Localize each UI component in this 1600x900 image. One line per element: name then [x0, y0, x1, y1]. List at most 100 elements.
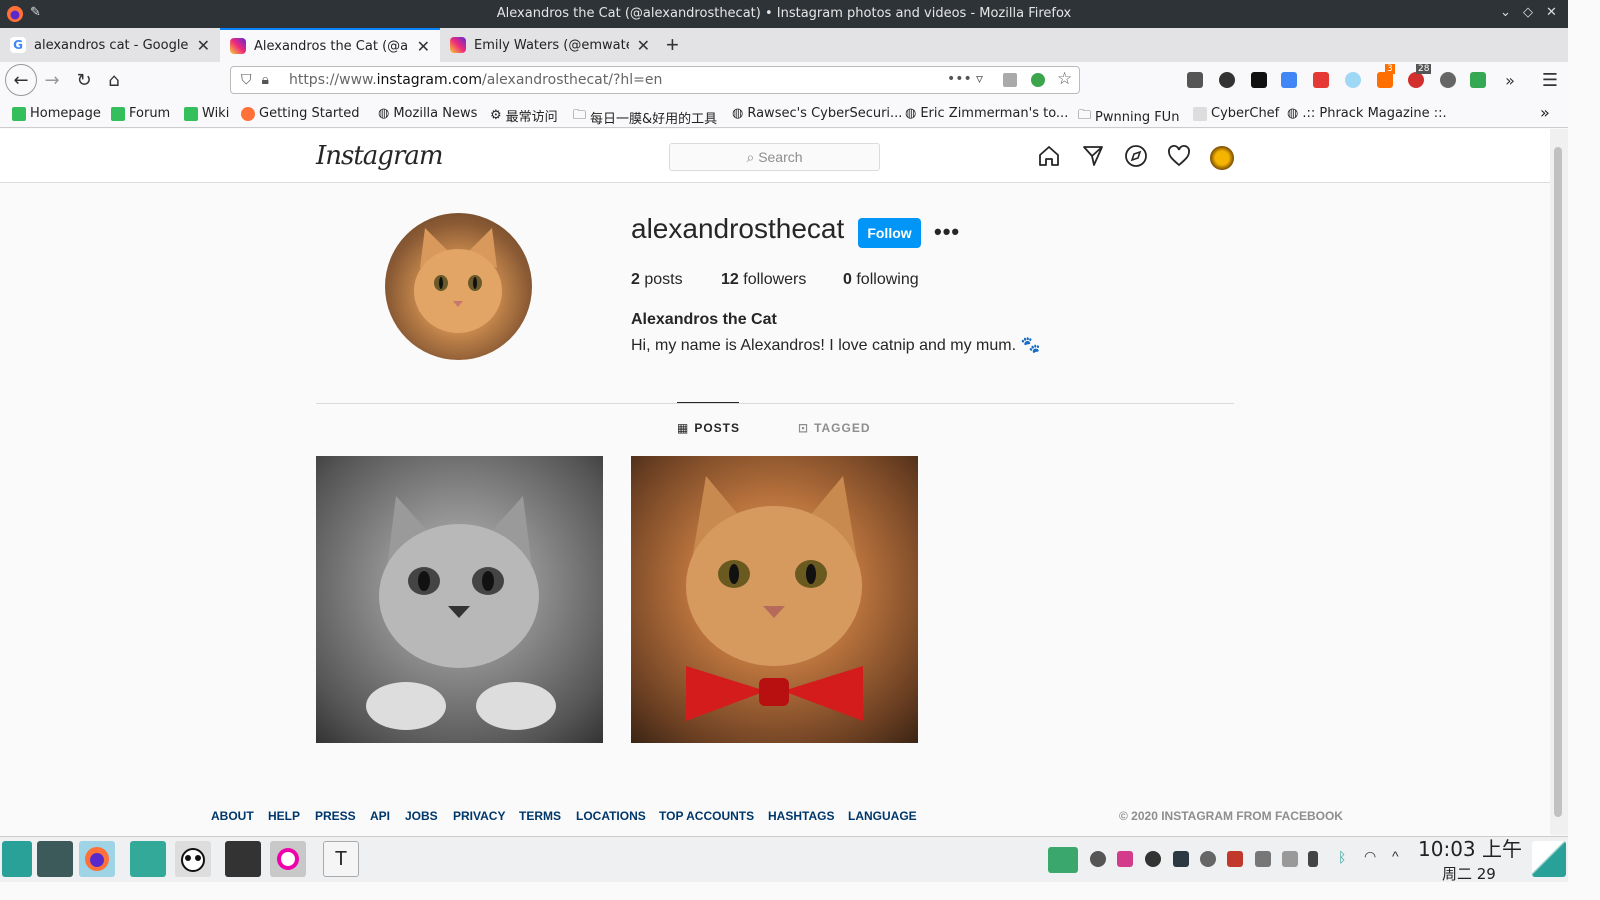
burp-suite-icon[interactable]	[225, 841, 261, 877]
tray-volume-icon[interactable]	[1308, 851, 1318, 867]
bookmark-cyberchef[interactable]: CyberChef	[1193, 106, 1279, 121]
tray-panda-icon[interactable]	[1145, 851, 1161, 867]
bookmark-wiki[interactable]: Wiki	[184, 106, 229, 121]
shield-icon[interactable]: ⛉	[241, 72, 252, 88]
footer-help-link[interactable]: HELP	[268, 809, 300, 823]
extension-globe-icon[interactable]	[1031, 73, 1045, 87]
footer-about-link[interactable]: ABOUT	[211, 809, 254, 823]
bookmark-mozilla-news[interactable]: ◍ Mozilla News	[378, 106, 477, 121]
following-link[interactable]: 0 following	[843, 271, 919, 289]
close-window-icon[interactable]: ✕	[1546, 5, 1557, 20]
extension-badge-icon[interactable]: 3	[1377, 64, 1395, 88]
tray-expand-icon[interactable]: ^	[1392, 848, 1408, 864]
footer-locations-link[interactable]: LOCATIONS	[576, 809, 646, 823]
tray-app-icon[interactable]	[1048, 847, 1078, 873]
bookmark-getting-started[interactable]: Getting Started	[241, 106, 360, 121]
tray-cube-icon[interactable]	[1117, 851, 1133, 867]
explore-icon[interactable]	[1124, 144, 1148, 168]
tray-wifi-icon[interactable]: ◠	[1364, 848, 1380, 864]
tab-emily-waters[interactable]: Emily Waters (@emwaters ✕	[440, 28, 660, 62]
pocket-icon[interactable]: ▿	[976, 71, 983, 87]
footer-privacy-link[interactable]: PRIVACY	[453, 809, 505, 823]
footer-hashtags-link[interactable]: HASHTAGS	[768, 809, 834, 823]
back-button[interactable]: ←	[5, 64, 37, 96]
minimize-icon[interactable]: ⌄	[1500, 5, 1511, 20]
bookmark-eric-zimmerman[interactable]: ◍ Eric Zimmerman's to...	[905, 106, 1068, 121]
reader-icon[interactable]	[1003, 73, 1017, 87]
bookmark-phrack[interactable]: ◍.:: Phrack Magazine ::.	[1287, 106, 1447, 121]
new-tab-button[interactable]: +	[666, 32, 679, 58]
search-input[interactable]: ⌕ Search	[669, 143, 880, 171]
post-thumbnail[interactable]	[631, 456, 918, 743]
text-editor-icon[interactable]: T	[323, 841, 359, 877]
close-tab-icon[interactable]: ✕	[197, 36, 210, 55]
bug-icon[interactable]	[1440, 72, 1456, 88]
more-options-icon[interactable]: •••	[934, 219, 960, 245]
close-tab-icon[interactable]: ✕	[637, 36, 650, 55]
direct-message-icon[interactable]	[1081, 144, 1105, 168]
footer-jobs-link[interactable]: JOBS	[405, 809, 438, 823]
app-circle-icon[interactable]	[270, 841, 306, 877]
lock-icon[interactable]: 🔒︎	[262, 72, 269, 88]
page-scrollbar[interactable]	[1550, 129, 1568, 835]
tray-red-app-icon[interactable]	[1227, 851, 1243, 867]
footer-terms-link[interactable]: TERMS	[519, 809, 561, 823]
forward-button[interactable]: →	[38, 66, 66, 94]
post-thumbnail[interactable]	[316, 456, 603, 743]
tray-network-icon[interactable]	[1200, 851, 1216, 867]
bookmark-most-visited[interactable]: ⚙ 最常访问	[490, 106, 558, 125]
bookmark-rawsec[interactable]: ◍ Rawsec's CyberSecuri...	[732, 106, 902, 121]
tab-alexandros[interactable]: Alexandros the Cat (@alex ✕	[220, 28, 440, 62]
app-menu-icon[interactable]	[2, 841, 32, 877]
bookmark-star-icon[interactable]: ☆	[1057, 69, 1072, 89]
file-manager-icon[interactable]	[130, 841, 166, 877]
firefox-task-icon[interactable]	[79, 841, 115, 877]
panda-app-icon[interactable]	[175, 841, 211, 877]
bookmark-forum[interactable]: Forum	[111, 106, 170, 121]
tray-bluetooth-icon[interactable]: ᛒ	[1338, 849, 1354, 865]
clock-date[interactable]: 周二 29	[1442, 863, 1496, 884]
overflow-menu-icon[interactable]: »	[1496, 66, 1524, 94]
translate-icon[interactable]	[1281, 72, 1297, 88]
ublock-icon[interactable]: 28	[1408, 64, 1432, 88]
bookmark-folder-pwnning[interactable]: 🗀︎ Pwnning FUn	[1078, 106, 1179, 128]
followers-link[interactable]: 12 followers	[721, 271, 806, 289]
footer-language-link[interactable]: LANGUAGE	[848, 809, 917, 823]
sidebar-icon[interactable]	[1187, 72, 1203, 88]
extension-icon[interactable]	[1345, 72, 1361, 88]
follow-button[interactable]: Follow	[858, 218, 921, 248]
screenshot-icon[interactable]	[1313, 72, 1329, 88]
container-icon[interactable]	[1251, 72, 1267, 88]
footer-top-accounts-link[interactable]: TOP ACCOUNTS	[659, 809, 754, 823]
instagram-logo[interactable]: Instagram	[316, 141, 444, 171]
tray-clipboard-icon[interactable]	[1255, 851, 1271, 867]
tray-terminal-icon[interactable]	[1173, 851, 1189, 867]
profile-picture[interactable]	[385, 213, 532, 360]
url-text[interactable]: https://www.instagram.com/alexandrosthec…	[289, 72, 662, 88]
show-desktop-icon[interactable]	[1532, 841, 1566, 877]
tab-posts[interactable]: ▦ POSTS	[677, 421, 740, 435]
footer-press-link[interactable]: PRESS	[315, 809, 356, 823]
scrollbar-thumb[interactable]	[1554, 147, 1562, 817]
url-bar[interactable]: ⛉ 🔒︎ https://www.instagram.com/alexandro…	[230, 66, 1080, 94]
bookmarks-overflow-icon[interactable]: »	[1540, 103, 1550, 122]
bookmark-homepage[interactable]: Homepage	[12, 106, 101, 121]
hamburger-menu-icon[interactable]: ☰	[1536, 66, 1564, 94]
home-button[interactable]: ⌂	[100, 66, 128, 94]
desktop-pager-icon[interactable]	[37, 841, 73, 877]
maximize-icon[interactable]: ◇	[1523, 5, 1533, 20]
tray-keyboard-icon[interactable]	[1282, 851, 1298, 867]
profile-avatar-icon[interactable]	[1210, 146, 1234, 170]
clock-time[interactable]: 10:03 上午	[1418, 839, 1522, 859]
extension-s-icon[interactable]	[1470, 72, 1486, 88]
activity-heart-icon[interactable]	[1167, 144, 1191, 168]
tray-bell-icon[interactable]	[1090, 851, 1106, 867]
home-icon[interactable]	[1037, 144, 1061, 168]
reload-button[interactable]: ↻	[70, 66, 98, 94]
bookmark-folder-tools[interactable]: 🗀︎ 每日一膜&好用的工具	[573, 106, 717, 128]
footer-api-link[interactable]: API	[370, 809, 390, 823]
close-tab-icon[interactable]: ✕	[417, 37, 430, 56]
account-icon[interactable]	[1219, 72, 1235, 88]
page-actions-icon[interactable]: •••	[947, 71, 972, 87]
tab-tagged[interactable]: ⊡ TAGGED	[798, 421, 871, 435]
